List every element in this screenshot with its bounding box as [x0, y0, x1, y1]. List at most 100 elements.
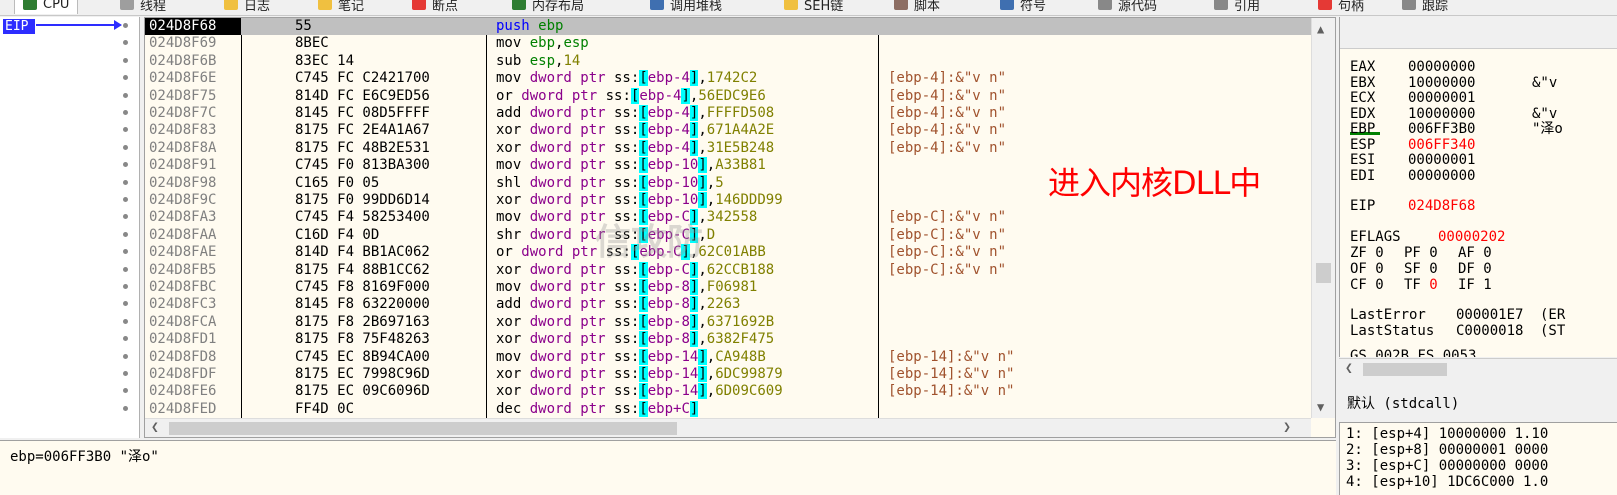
breakpoint-dot-icon[interactable] — [123, 57, 128, 63]
tab-thread[interactable]: 线程 — [120, 0, 166, 14]
flag-if[interactable]: IF 1 — [1458, 277, 1492, 293]
disasm-row[interactable]: 024D8F8A 8175 FC 48B2E531 xor dword ptr ss… — [145, 139, 1311, 157]
disasm-row[interactable]: 024D8FB5 8175 F4 88B1CC62 xor dword ptr ss… — [145, 261, 1311, 279]
tab-cpu[interactable]: CPU — [14, 0, 79, 14]
register-eax[interactable]: EAX 00000000 — [1350, 59, 1532, 75]
tab-seh[interactable]: SEH链 — [784, 0, 843, 14]
breakpoint-dot-icon[interactable] — [123, 388, 128, 394]
tab-references[interactable]: 引用 — [1214, 0, 1260, 14]
scroll-thumb[interactable] — [169, 422, 677, 435]
flag-value: 0 — [1429, 261, 1438, 277]
scroll-up-icon[interactable]: ▲ — [1317, 22, 1324, 36]
last-error[interactable]: LastError 000001E7 (ER — [1350, 307, 1565, 323]
disasm-row[interactable]: 024D8FBC C745 F8 8169F000 mov dword ptr ss… — [145, 279, 1311, 296]
disasm-horizontal-scrollbar[interactable]: ❮ ❯ — [145, 418, 1311, 437]
registers-panel[interactable]: EAX 00000000 EBX 10000000 &"v ECX 00000001 EDX 1… — [1339, 17, 1617, 357]
disasm-row[interactable]: 024D8F7C 8145 FC 08D5FFFF add dword ptr ss… — [145, 105, 1311, 122]
scroll-thumb[interactable] — [1363, 363, 1447, 376]
stack-arguments-panel[interactable]: 1: [esp+4] 10000000 1.10 2: [esp+8] 00000… — [1339, 422, 1617, 495]
disasm-row[interactable]: 024D8F75 814D FC E6C9ED56 or dword ptr ss:… — [145, 87, 1311, 105]
registers-horizontal-scrollbar[interactable]: ❮ — [1339, 358, 1617, 380]
tab-memory-map[interactable]: 内存布局 — [512, 0, 584, 14]
register-edi[interactable]: EDI 00000000 — [1350, 168, 1532, 184]
flag-sf[interactable]: SF 0 — [1404, 261, 1438, 277]
breakpoint-dot-icon[interactable] — [123, 214, 128, 220]
instruction-token: dword ptr — [529, 139, 606, 156]
breakpoint-dot-icon[interactable] — [123, 231, 128, 237]
breakpoint-dot-icon[interactable] — [123, 318, 128, 324]
disasm-row[interactable]: 024D8FCA 8175 F8 2B697163 xor dword ptr ss… — [145, 313, 1311, 331]
scroll-down-icon[interactable]: ▼ — [1317, 400, 1324, 414]
register-esi[interactable]: ESI 00000001 — [1350, 152, 1532, 168]
disasm-row[interactable]: 024D8FAE 814D F4 BB1AC062 or dword ptr ss:… — [145, 244, 1311, 261]
disasm-row[interactable]: 024D8F83 8175 FC 2E4A1A67 xor dword ptr ss… — [145, 122, 1311, 139]
breakpoint-dot-icon[interactable] — [123, 110, 128, 115]
tab-call-stack[interactable]: 调用堆栈 — [650, 0, 722, 14]
scroll-left-icon[interactable]: ❮ — [1345, 361, 1353, 376]
flag-of[interactable]: OF 0 — [1350, 261, 1384, 277]
flag-df[interactable]: DF 0 — [1458, 261, 1492, 277]
breakpoint-dot-icon[interactable] — [123, 127, 128, 133]
register-ebp[interactable]: EBP 006FF3B0 "泽o — [1350, 121, 1563, 137]
flag-cf[interactable]: CF 0 — [1350, 277, 1384, 293]
breakpoint-dot-icon[interactable] — [123, 162, 128, 168]
tab-script[interactable]: 脚本 — [894, 0, 940, 14]
stack-argument-row[interactable]: 1: [esp+4] 10000000 1.10 — [1346, 426, 1548, 442]
tab-notes[interactable]: 笔记 — [318, 0, 364, 14]
tab-symbols[interactable]: 符号 — [1000, 0, 1046, 14]
breakpoint-dot-icon[interactable] — [123, 144, 128, 150]
register-eflags[interactable]: EFLAGS 00000202 — [1350, 229, 1562, 245]
disasm-row[interactable]: 024D8FD8 C745 EC 8B94CA00 mov dword ptr ss… — [145, 348, 1311, 366]
tab-source[interactable]: 源代码 — [1098, 0, 1157, 14]
flag-pf[interactable]: PF 0 — [1404, 245, 1438, 261]
disasm-row[interactable]: 024D8FA3 C745 F4 58253400 mov dword ptr ss… — [145, 209, 1311, 226]
disasm-row[interactable]: 024D8FD1 8175 F8 75F48263 xor dword ptr ss… — [145, 331, 1311, 348]
disasm-row[interactable]: 024D8FDF 8175 EC 7998C96D xor dword ptr ss… — [145, 366, 1311, 383]
disasm-row[interactable]: 024D8F6E C745 FC C2421700 mov dword ptr ss… — [145, 70, 1311, 87]
scroll-thumb[interactable] — [1316, 263, 1331, 283]
breakpoint-dot-icon[interactable] — [123, 284, 128, 289]
breakpoint-dot-icon[interactable] — [123, 371, 128, 376]
breakpoint-dot-icon[interactable] — [123, 23, 128, 28]
breakpoint-dot-icon[interactable] — [123, 249, 128, 255]
breakpoint-dot-icon[interactable] — [123, 266, 128, 272]
breakpoint-dot-icon[interactable] — [123, 353, 128, 359]
disasm-row[interactable]: 024D8F68 55 push ebp — [145, 18, 1311, 36]
calling-convention-dropdown[interactable]: 默认 (stdcall) — [1339, 381, 1617, 421]
breakpoint-dot-icon[interactable] — [123, 197, 128, 202]
flag-zf[interactable]: ZF 0 — [1350, 245, 1384, 261]
register-ecx[interactable]: ECX 00000001 — [1350, 90, 1532, 106]
disasm-vertical-scrollbar[interactable]: ▲ ▼ — [1311, 18, 1335, 418]
instruction-token: CA948B — [715, 348, 766, 365]
breakpoint-dot-icon[interactable] — [123, 179, 128, 185]
breakpoint-dot-icon[interactable] — [123, 75, 128, 81]
disasm-row[interactable]: 024D8FED FF4D 0C dec dword ptr ss:[ebp+C] — [145, 400, 1311, 418]
disasm-row[interactable]: 024D8F69 8BEC mov ebp,esp — [145, 35, 1311, 52]
disasm-row[interactable]: 024D8FAA C16D F4 0D shr dword ptr ss:[ebp-… — [145, 226, 1311, 244]
register-esp[interactable]: ESP 006FF340 — [1350, 137, 1532, 153]
register-edx[interactable]: EDX 10000000 &"v — [1350, 106, 1557, 122]
tab-log[interactable]: 日志 — [224, 0, 270, 14]
disasm-row[interactable]: 024D8FE6 8175 EC 09C6096D xor dword ptr ss… — [145, 383, 1311, 400]
breakpoint-dot-icon[interactable] — [123, 405, 128, 411]
flag-af[interactable]: AF 0 — [1458, 245, 1492, 261]
flag-tf[interactable]: TF 0 — [1404, 277, 1438, 293]
disassembly-view[interactable]: 024D8F68 55 push ebp 024D8F69 8BEC mov ebp,es… — [144, 17, 1336, 438]
breakpoint-dot-icon[interactable] — [123, 336, 128, 342]
tab-breakpoint[interactable]: 断点 — [412, 0, 458, 14]
stack-argument-row[interactable]: 4: [esp+10] 1DC6C000 1.0 — [1346, 474, 1548, 490]
breakpoint-dot-icon[interactable] — [123, 40, 128, 46]
scroll-right-icon[interactable]: ❯ — [1283, 420, 1291, 435]
stack-argument-row[interactable]: 2: [esp+8] 00000001 0000 — [1346, 442, 1548, 458]
disasm-row[interactable]: 024D8FC3 8145 F8 63220000 add dword ptr ss… — [145, 296, 1311, 313]
disasm-row[interactable]: 024D8F6B 83EC 14 sub esp,14 — [145, 53, 1311, 70]
register-eip[interactable]: EIP 024D8F68 — [1350, 198, 1532, 214]
tab-trace[interactable]: 跟踪 — [1402, 0, 1448, 14]
tab-handles[interactable]: 句柄 — [1318, 0, 1364, 14]
register-ebx[interactable]: EBX 10000000 &"v — [1350, 75, 1557, 91]
last-status[interactable]: LastStatus C0000018 (ST — [1350, 323, 1565, 339]
scroll-left-icon[interactable]: ❮ — [151, 420, 159, 435]
breakpoint-dot-icon[interactable] — [123, 92, 128, 98]
stack-argument-row[interactable]: 3: [esp+C] 00000000 0000 — [1346, 458, 1548, 474]
breakpoint-dot-icon[interactable] — [123, 301, 128, 307]
